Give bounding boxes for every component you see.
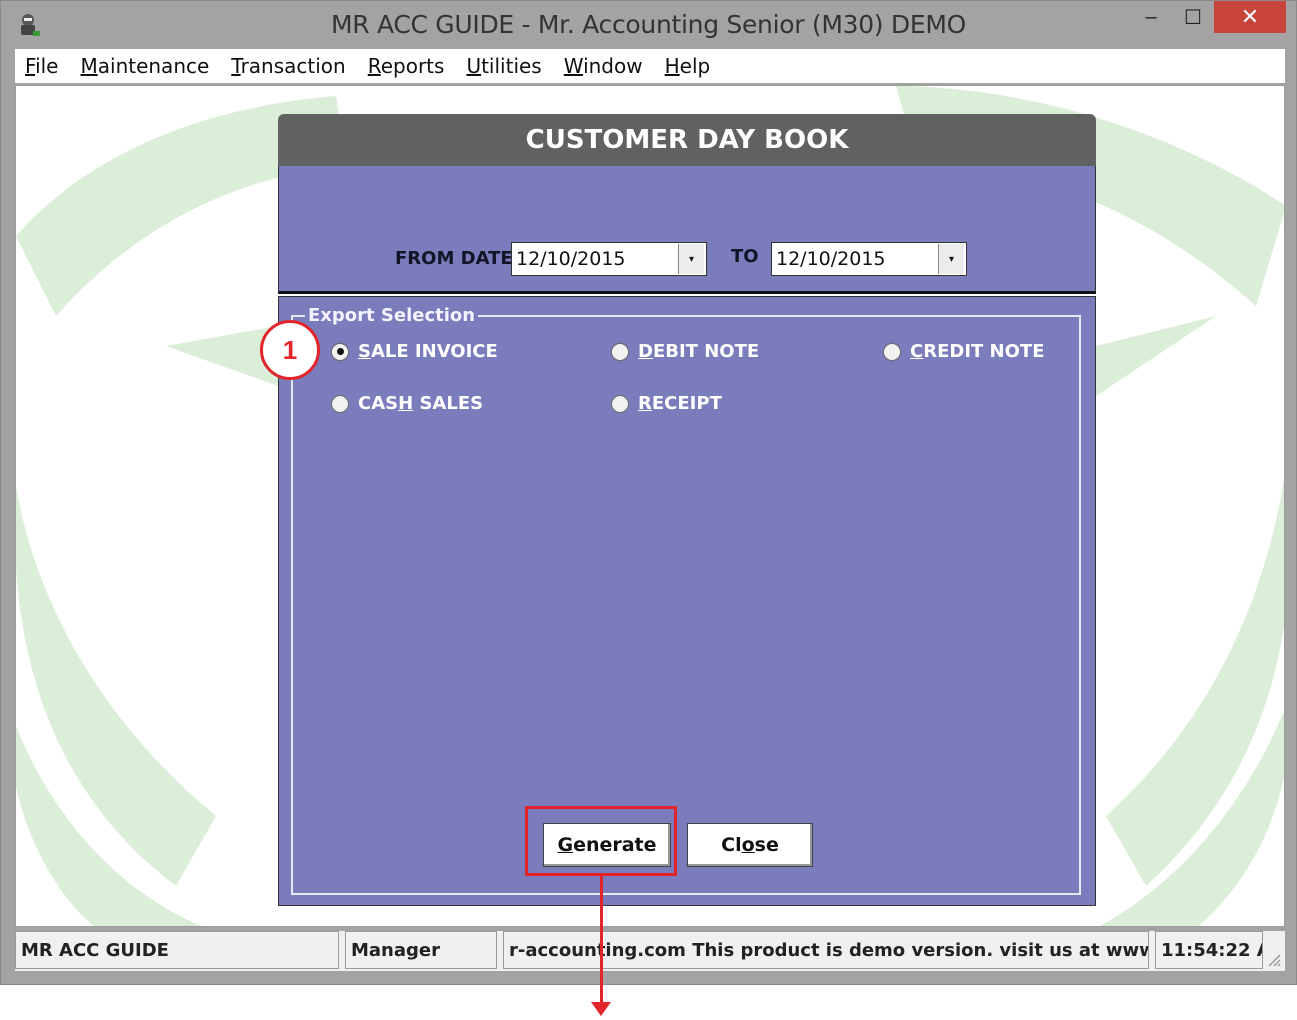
menu-file[interactable]: File bbox=[25, 54, 58, 78]
close-window-button[interactable]: ✕ bbox=[1214, 1, 1286, 33]
to-date-picker[interactable]: 12/10/2015 ▾ bbox=[771, 242, 967, 276]
status-user: Manager bbox=[345, 931, 497, 969]
radio-receipt[interactable]: RECEIPT bbox=[611, 393, 722, 414]
radio-cash-sales[interactable]: CASH SALES bbox=[331, 393, 483, 414]
to-date-value[interactable]: 12/10/2015 bbox=[772, 248, 938, 270]
radio-unchecked-icon[interactable] bbox=[883, 342, 901, 361]
from-date-picker[interactable]: 12/10/2015 ▾ bbox=[511, 242, 707, 276]
step-marker: 1 bbox=[260, 320, 320, 380]
cash-sales-label: CASH SALES bbox=[358, 393, 484, 414]
status-app-name: MR ACC GUIDE bbox=[15, 931, 339, 969]
window-title: MR ACC GUIDE - Mr. Accounting Senior (M3… bbox=[331, 10, 966, 39]
callout-line bbox=[600, 876, 603, 1004]
radio-debit-note[interactable]: DEBIT NOTE bbox=[611, 341, 759, 362]
radio-sale-invoice[interactable]: SALE INVOICE bbox=[331, 341, 498, 362]
from-date-label: FROM DATE bbox=[395, 248, 513, 269]
title-bar[interactable]: MR ACC GUIDE - Mr. Accounting Senior (M3… bbox=[1, 1, 1296, 49]
export-selection-group: Export Selection SALE INVOICE DEBIT NOTE… bbox=[291, 305, 1081, 895]
mdi-client-area: CUSTOMER DAY BOOK FROM DATE 12/10/2015 ▾… bbox=[15, 85, 1285, 927]
maximize-button[interactable]: ☐ bbox=[1173, 1, 1213, 33]
export-panel: Export Selection SALE INVOICE DEBIT NOTE… bbox=[278, 296, 1096, 906]
status-bar: MR ACC GUIDE Manager r-accounting.com Th… bbox=[15, 931, 1285, 971]
dialog-title: CUSTOMER DAY BOOK bbox=[278, 114, 1096, 166]
menu-reports[interactable]: Reports bbox=[368, 54, 445, 78]
receipt-label: RECEIPT bbox=[638, 393, 722, 414]
radio-unchecked-icon[interactable] bbox=[611, 394, 629, 413]
radio-credit-note[interactable]: CREDIT NOTE bbox=[883, 341, 1045, 362]
to-date-label: TO bbox=[731, 246, 759, 267]
close-button[interactable]: Cl o se bbox=[687, 823, 813, 867]
menu-utilities[interactable]: Utilities bbox=[466, 54, 541, 78]
radio-unchecked-icon[interactable] bbox=[331, 394, 349, 413]
status-time: 11:54:22 AI bbox=[1155, 931, 1263, 969]
menu-window[interactable]: Window bbox=[564, 54, 643, 78]
generate-highlight-box bbox=[525, 806, 677, 876]
radio-unchecked-icon[interactable] bbox=[611, 342, 629, 361]
menu-maintenance[interactable]: Maintenance bbox=[80, 54, 209, 78]
sale-invoice-label: SALE INVOICE bbox=[358, 341, 498, 362]
customer-day-book-dialog: CUSTOMER DAY BOOK FROM DATE 12/10/2015 ▾… bbox=[278, 114, 1096, 906]
menu-bar: File Maintenance Transaction Reports Uti… bbox=[15, 49, 1285, 83]
chevron-down-icon[interactable]: ▾ bbox=[938, 244, 964, 274]
menu-transaction[interactable]: Transaction bbox=[231, 54, 345, 78]
from-date-value[interactable]: 12/10/2015 bbox=[512, 248, 678, 270]
radio-checked-icon[interactable] bbox=[331, 342, 349, 361]
chevron-down-icon[interactable]: ▾ bbox=[678, 244, 704, 274]
minimize-button[interactable]: – bbox=[1131, 1, 1171, 33]
date-range-panel: FROM DATE 12/10/2015 ▾ TO 12/10/2015 ▾ bbox=[278, 166, 1096, 294]
debit-note-label: DEBIT NOTE bbox=[638, 341, 760, 362]
resize-grip-icon[interactable] bbox=[1265, 951, 1281, 967]
arrow-down-icon bbox=[591, 1002, 611, 1016]
export-selection-title: Export Selection bbox=[305, 305, 479, 326]
menu-help[interactable]: Help bbox=[665, 54, 711, 78]
credit-note-label: CREDIT NOTE bbox=[910, 341, 1045, 362]
